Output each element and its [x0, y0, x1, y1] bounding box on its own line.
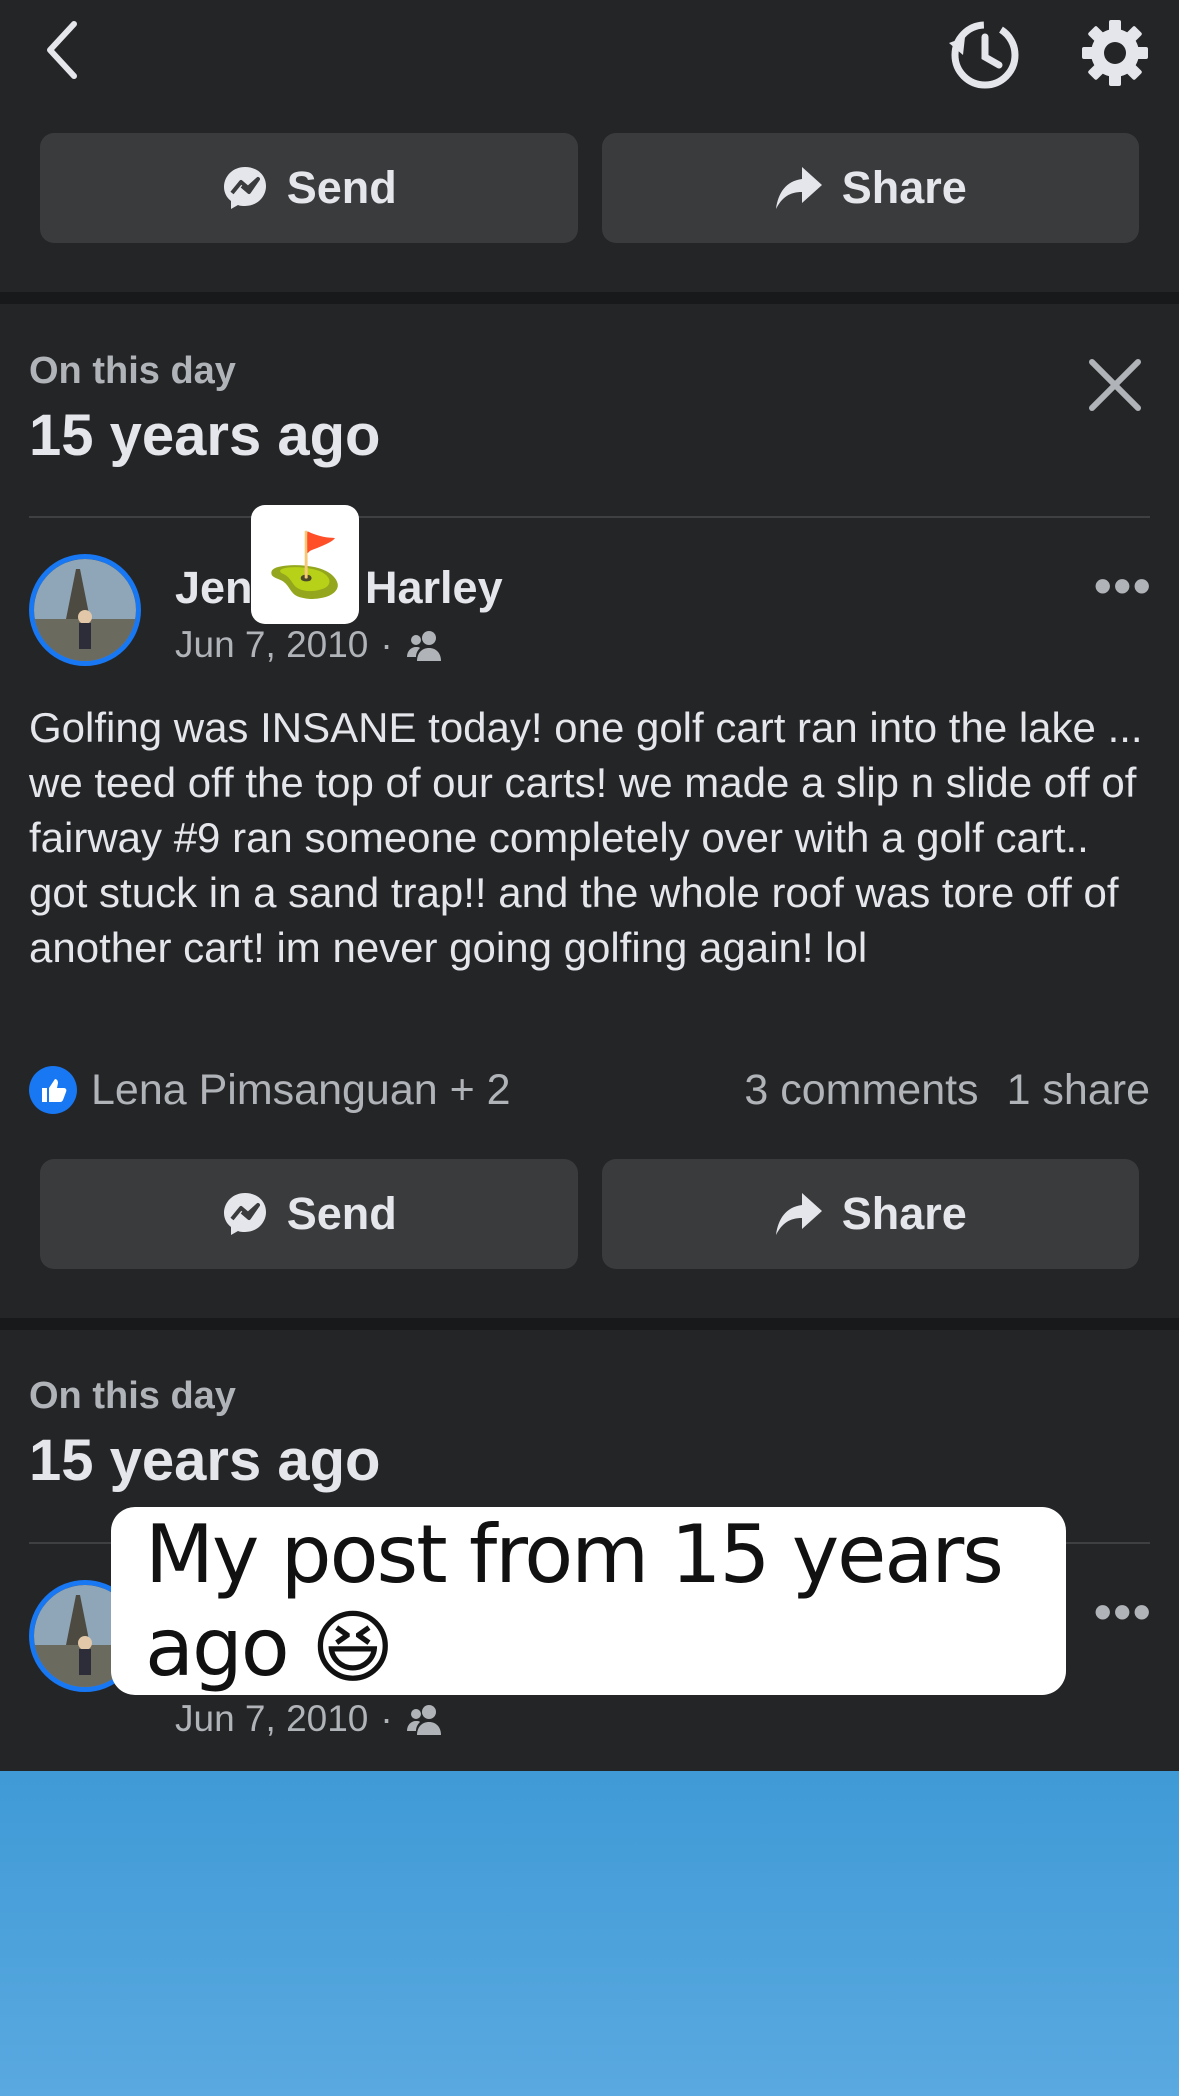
memory-label: On this day [29, 1375, 236, 1417]
messenger-icon [223, 1193, 266, 1235]
post-meta: Jun 7, 2010 · [175, 624, 443, 666]
caption-text: My post from 15 years ago 😆 [145, 1508, 1004, 1694]
share-label: Share [841, 1188, 967, 1239]
golf-sticker: ⛳ [251, 505, 359, 624]
send-label: Send [286, 162, 397, 213]
send-button[interactable]: Send [40, 133, 578, 243]
back-button[interactable] [30, 10, 94, 90]
memory-title: 15 years ago [29, 1428, 381, 1493]
post-image[interactable] [0, 1771, 1179, 2096]
history-button[interactable] [938, 8, 1028, 98]
settings-button[interactable] [1070, 8, 1160, 98]
comments-count[interactable]: 3 comments [744, 1066, 978, 1115]
post-date[interactable]: Jun 7, 2010 [175, 624, 368, 666]
reactors-text[interactable]: Lena Pimsanguan + 2 [91, 1066, 511, 1115]
memory-title: 15 years ago [29, 403, 381, 468]
section-divider [0, 292, 1179, 304]
like-reaction-icon [29, 1066, 77, 1114]
memory-label: On this day [29, 350, 236, 392]
profile-photo [34, 559, 136, 661]
reactions-bar: Lena Pimsanguan + 2 3 comments 1 share [29, 1065, 1150, 1115]
gear-icon [1082, 20, 1148, 86]
share-label: Share [841, 162, 967, 213]
meta-separator: · [380, 624, 393, 665]
messenger-icon [223, 167, 266, 209]
share-arrow-icon [775, 1193, 822, 1235]
shares-count[interactable]: 1 share [1007, 1066, 1150, 1115]
section-divider [0, 1318, 1179, 1330]
golf-flag-emoji: ⛳ [266, 527, 344, 601]
top-bar [0, 0, 1179, 110]
post-meta: Jun 7, 2010 · [175, 1698, 443, 1740]
share-button[interactable]: Share [601, 133, 1139, 243]
send-button[interactable]: Send [40, 1159, 578, 1269]
meta-separator: · [380, 1698, 393, 1739]
close-button[interactable] [1080, 350, 1150, 420]
author-last-name[interactable]: Harley [365, 562, 503, 614]
friends-icon [406, 631, 441, 661]
author-first-name[interactable]: Jen [175, 562, 253, 614]
avatar[interactable] [29, 554, 141, 666]
chevron-left-icon [47, 21, 77, 79]
post-body: Golfing was INSANE today! one golf cart … [29, 704, 1143, 971]
close-icon [1089, 359, 1141, 411]
more-options-button[interactable]: ••• [1094, 1583, 1153, 1641]
share-button[interactable]: Share [601, 1159, 1139, 1269]
memory-header-rule [29, 516, 1150, 518]
friends-icon [406, 1705, 441, 1735]
send-label: Send [286, 1188, 397, 1239]
story-caption: My post from 15 years ago 😆 [111, 1507, 1066, 1695]
post-date[interactable]: Jun 7, 2010 [175, 1698, 368, 1740]
share-arrow-icon [775, 167, 822, 209]
post-actions: Send Share [40, 1159, 1139, 1269]
top-actions: Send Share [40, 133, 1139, 243]
more-options-button[interactable]: ••• [1094, 557, 1153, 615]
history-icon [949, 21, 1019, 89]
